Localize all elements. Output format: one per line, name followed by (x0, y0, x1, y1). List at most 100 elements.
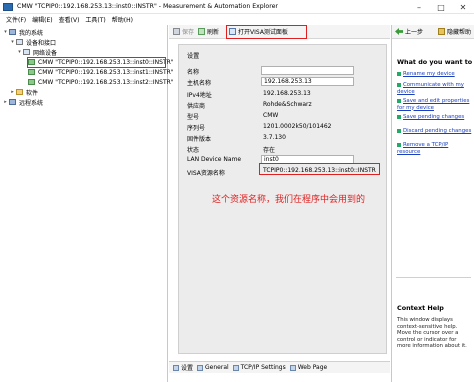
tree-item-label: CMW "TCPIP0::192.168.253.13::inst1::INST… (38, 68, 174, 76)
app-icon (3, 2, 13, 11)
expand-icon[interactable]: ▾ (16, 49, 23, 55)
help-link-communicate[interactable]: Communicate with my device (397, 82, 473, 95)
expand-icon[interactable]: ▸ (9, 89, 16, 95)
tree-item-label: 网络设备 (33, 49, 58, 57)
firmware-value: 3.7.130 (263, 134, 286, 141)
arrow-bullet-icon (397, 142, 401, 147)
help-link-rename[interactable]: Rename my device (397, 71, 473, 78)
tab-label: Web Page (297, 364, 328, 371)
hide-help-button[interactable]: 隐藏帮助 (437, 27, 471, 36)
menu-view[interactable]: 查看(V) (59, 15, 80, 24)
expand-icon[interactable]: ▾ (2, 29, 9, 35)
tree-item-devices-interfaces[interactable]: ▾ 设备和接口 (9, 37, 56, 47)
tab-tcpip-settings[interactable]: TCP/IP Settings (232, 364, 286, 371)
help-link-discard-pending[interactable]: Discard pending changes (397, 128, 473, 135)
hostname-label: 主机名称 (187, 80, 212, 87)
visa-resource-name-label: VISA资源名称 (187, 170, 225, 177)
open-visa-highlight (226, 25, 307, 39)
tab-general[interactable]: General (197, 364, 229, 371)
ipv4-label: IPv4地址 (187, 92, 212, 99)
help-heading: What do you want to do? (397, 58, 474, 66)
status-value: 存在 (263, 147, 276, 154)
ipv4-value: 192.168.253.13 (263, 90, 311, 97)
tab-label: General (205, 364, 229, 371)
arrow-bullet-icon (397, 98, 401, 103)
refresh-label: 刷新 (207, 29, 220, 36)
firmware-label: 固件版本 (187, 136, 212, 143)
instrument-icon (28, 69, 35, 75)
visa-resource-highlight (259, 163, 380, 175)
arrow-bullet-icon (397, 114, 401, 119)
tree-item-cmw-inst1[interactable]: CMW "TCPIP0::192.168.253.13::inst1::INST… (28, 67, 174, 77)
help-toolbar: 上一步 隐藏帮助 (392, 25, 474, 39)
back-label: 上一步 (405, 29, 424, 36)
save-button[interactable]: 保存 (173, 27, 194, 36)
minimize-button[interactable]: – (408, 0, 430, 14)
help-link-text: Communicate with my device (397, 82, 464, 95)
tab-label: 设置 (181, 365, 194, 372)
tab-web-page[interactable]: Web Page (289, 364, 328, 371)
menu-help[interactable]: 帮助(H) (112, 15, 133, 24)
tree-item-remote-systems[interactable]: ▸ 远程系统 (2, 97, 43, 107)
arrow-bullet-icon (397, 128, 401, 133)
tree-item-label: 软件 (26, 89, 39, 97)
tree-item-software[interactable]: ▸ 软件 (9, 87, 38, 97)
expand-icon[interactable]: ▾ (9, 39, 16, 45)
hide-help-icon (437, 28, 445, 35)
tab-settings[interactable]: 设置 (173, 363, 193, 372)
help-link-remove-tcpip[interactable]: Remove a TCP/IP resource (397, 142, 473, 155)
hide-help-label: 隐藏帮助 (446, 29, 471, 36)
computer-icon (9, 29, 16, 35)
tree-item-label: CMW "TCPIP0::192.168.253.13::inst2::INST… (38, 78, 174, 86)
vendor-value: Rohde&Schwarz (263, 101, 312, 108)
refresh-button[interactable]: 刷新 (198, 27, 219, 36)
close-button[interactable]: ✕ (452, 0, 474, 14)
property-tabs: 设置 General TCP/IP Settings Web Page (169, 361, 390, 373)
help-divider (396, 277, 471, 278)
help-link-text: Save pending changes (403, 114, 465, 120)
save-icon (173, 28, 180, 35)
maximize-button[interactable]: □ (430, 0, 452, 14)
lan-device-name-label: LAN Device Name (187, 156, 242, 163)
refresh-icon (198, 28, 206, 35)
status-label: 状态 (187, 147, 200, 154)
help-link-save-edit[interactable]: Save and edit properties for my device (397, 98, 473, 111)
expand-icon[interactable]: ▸ (2, 99, 9, 105)
hostname-field[interactable]: 192.168.253.13 (261, 77, 354, 86)
help-pane: 上一步 隐藏帮助 What do you want to do? Rename … (391, 25, 474, 382)
title-bar: CMW "TCPIP0::192.168.253.13::inst0::INST… (0, 0, 474, 14)
help-link-text: Save and edit properties for my device (397, 98, 470, 111)
general-icon (197, 364, 204, 371)
help-link-text: Discard pending changes (403, 128, 472, 134)
vendor-label: 供应商 (187, 103, 206, 110)
context-help-text: This window displays context-sensitive h… (397, 317, 467, 349)
back-button[interactable]: 上一步 (395, 27, 423, 36)
serial-label: 序列号 (187, 125, 206, 132)
tree-item-my-system[interactable]: ▾ 我的系统 (2, 27, 43, 37)
context-help-heading: Context Help (397, 304, 444, 312)
tree-item-cmw-inst2[interactable]: CMW "TCPIP0::192.168.253.13::inst2::INST… (28, 77, 174, 87)
section-title: 设置 (187, 53, 200, 60)
instrument-icon (28, 79, 35, 85)
tree-item-label: 远程系统 (19, 99, 44, 107)
software-icon (16, 89, 23, 95)
settings-icon (173, 364, 179, 371)
menu-bar: 文件(F) 编辑(E) 查看(V) 工具(T) 帮助(H) (0, 14, 474, 25)
network-icon (232, 364, 239, 371)
help-link-save-pending[interactable]: Save pending changes (397, 114, 473, 121)
menu-tools[interactable]: 工具(T) (85, 15, 105, 24)
name-label: 名称 (187, 69, 200, 76)
arrow-bullet-icon (397, 82, 401, 87)
arrow-bullet-icon (397, 71, 401, 76)
window-controls: – □ ✕ (408, 0, 474, 14)
model-value: CMW (263, 112, 279, 119)
save-label: 保存 (182, 29, 195, 36)
tree-item-network-devices[interactable]: ▾ 网络设备 (16, 47, 57, 57)
help-link-text: Remove a TCP/IP resource (397, 142, 449, 155)
config-tree: ▾ 我的系统 ▾ 设备和接口 ▾ 网络设备 CMW "TCPIP0::192.1… (0, 25, 174, 382)
name-field[interactable] (261, 66, 354, 75)
back-arrow-icon (395, 28, 403, 35)
network-icon (23, 49, 30, 55)
menu-edit[interactable]: 编辑(E) (32, 15, 52, 24)
menu-file[interactable]: 文件(F) (6, 15, 26, 24)
